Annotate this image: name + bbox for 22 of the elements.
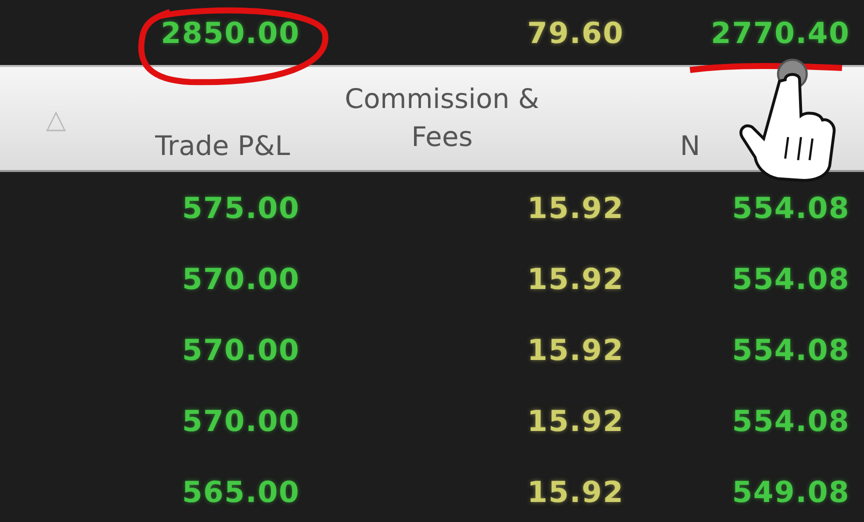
table-cell: 15.92 [527,404,624,438]
table-cell: 15.92 [527,474,624,508]
commission-total: 79.60 [527,16,624,50]
table-cell: 15.92 [527,332,624,366]
table-cell: 570.00 [182,404,300,438]
table-cell: 575.00 [182,190,300,224]
column-header[interactable]: Commission & Fees [344,80,580,156]
net-pl-total: 2770.40 [710,16,850,50]
trade-pl-total: 2850.00 [160,16,300,50]
table-cell: 554.08 [732,404,850,438]
table-cell: 554.08 [732,332,850,366]
table-cell: 554.08 [732,262,850,296]
table-cell: 549.08 [732,474,850,508]
table-cell: 554.08 [732,190,850,224]
table-cell: 15.92 [527,190,624,224]
column-header[interactable]: Trade P&L [155,128,300,170]
table-cell: 565.00 [182,474,300,508]
column-header[interactable]: N [624,128,700,170]
pointing-hand-icon [739,58,836,182]
table-cell: 570.00 [182,332,300,366]
table-cell: 15.92 [527,262,624,296]
table-cell: 570.00 [182,262,300,296]
